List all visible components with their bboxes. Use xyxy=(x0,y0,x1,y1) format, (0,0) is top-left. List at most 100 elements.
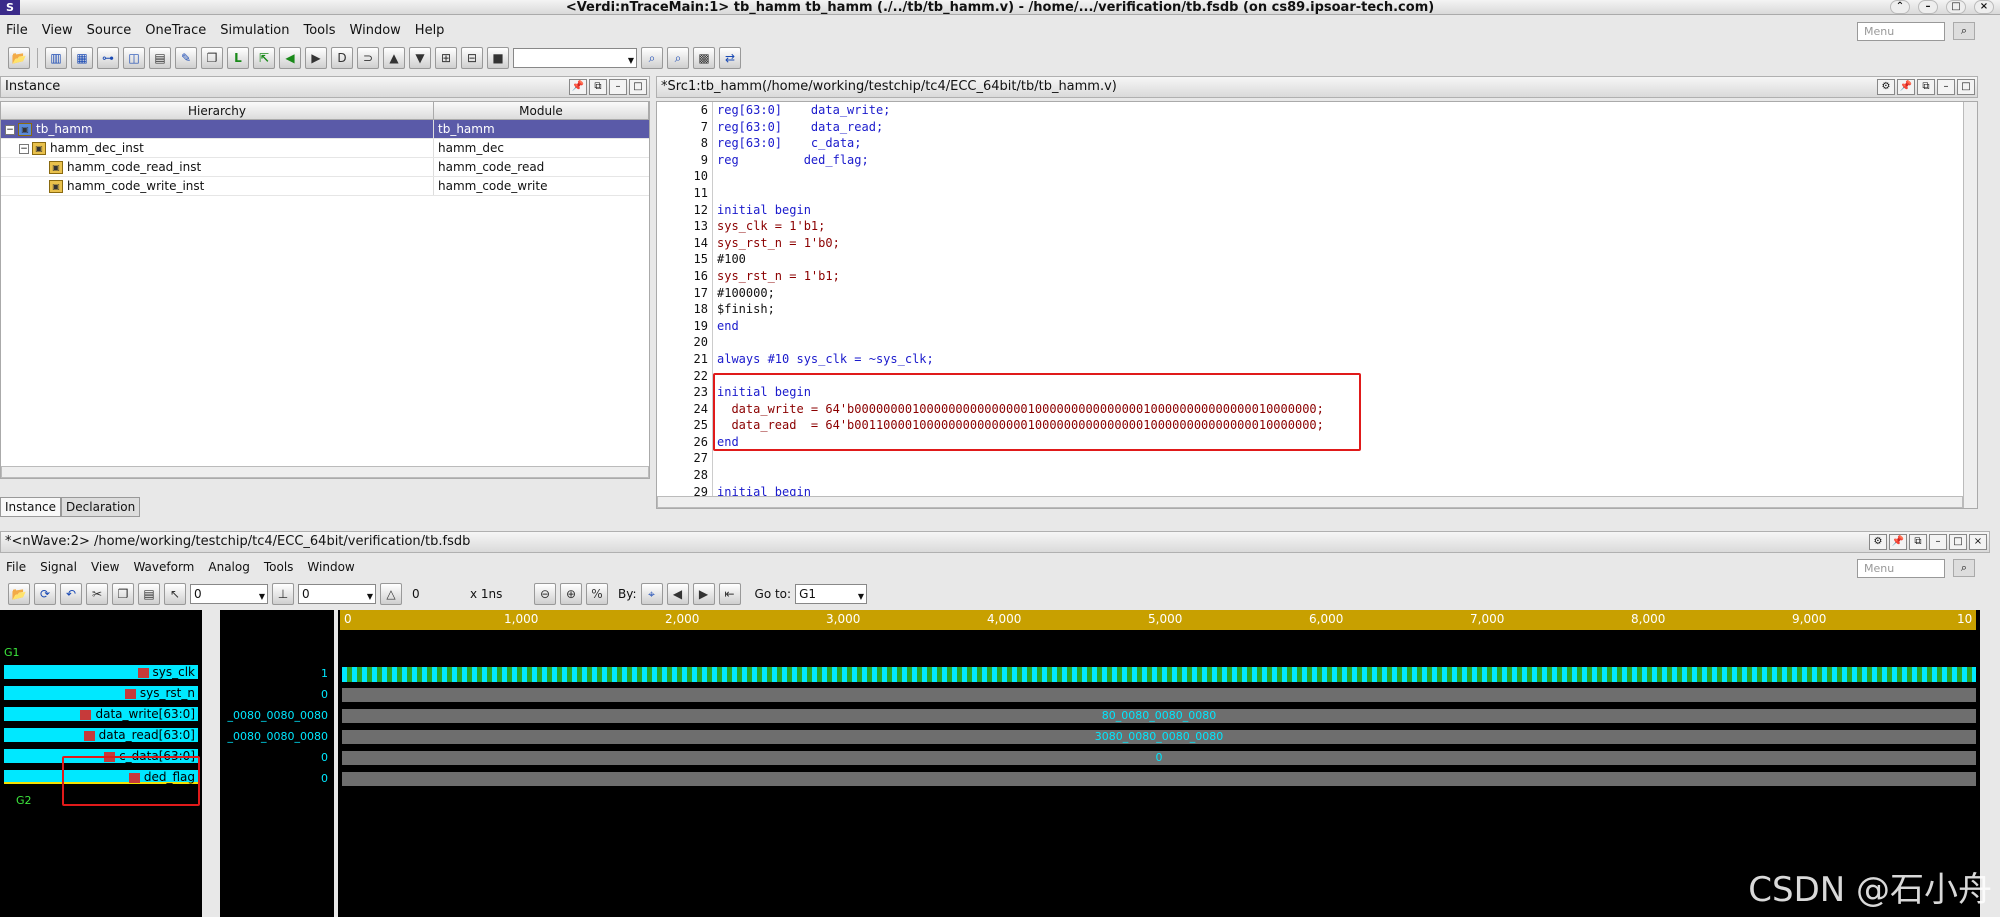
wave-menu-analog[interactable]: Analog xyxy=(208,560,249,574)
search-back-icon[interactable]: ⇤ xyxy=(718,583,741,605)
minimize-icon[interactable]: – xyxy=(1929,534,1947,550)
menu-tools[interactable]: Tools xyxy=(304,23,336,38)
menu-simulation[interactable]: Simulation xyxy=(220,23,289,38)
collapse-icon[interactable]: − xyxy=(19,143,29,154)
maximize-icon[interactable]: □ xyxy=(629,79,647,95)
menu-file[interactable]: File xyxy=(6,23,28,38)
search-icon[interactable]: ⌕ xyxy=(641,47,663,69)
wave-menu-search-input[interactable]: Menu xyxy=(1857,559,1945,578)
window-minimize-button[interactable]: – xyxy=(1918,0,1938,14)
paste-icon[interactable]: ▤ xyxy=(138,583,160,605)
wave-menu-search-icon[interactable]: ⌕ xyxy=(1953,559,1975,577)
source-horizontal-scrollbar[interactable] xyxy=(657,496,1963,508)
find-window-icon[interactable]: ◫ xyxy=(123,47,145,69)
open-folder-icon[interactable]: 📂 xyxy=(8,47,30,69)
pin-icon[interactable]: 📌 xyxy=(569,79,587,95)
window-up-icon[interactable]: ⌃ xyxy=(1890,0,1910,14)
tree-row[interactable]: ▣ hamm_code_read_inst hamm_code_read xyxy=(1,158,649,177)
signal-data-read[interactable]: data_read[63:0] xyxy=(4,728,198,742)
trace-load-icon[interactable]: L xyxy=(227,47,249,69)
wave-menu-tools[interactable]: Tools xyxy=(264,560,294,574)
design-browser-icon[interactable]: ▥ xyxy=(45,47,67,69)
time-ruler[interactable]: 0 1,000 2,000 3,000 4,000 5,000 6,000 7,… xyxy=(340,610,1976,630)
hierarchy-column-header[interactable]: Hierarchy xyxy=(1,102,434,119)
search-combo[interactable] xyxy=(513,48,637,70)
window-close-button[interactable]: × xyxy=(1974,0,1994,14)
search-next-icon[interactable]: ▶ xyxy=(692,583,715,605)
cursor-time-input[interactable]: 0 xyxy=(190,584,268,606)
pin-icon[interactable]: 📌 xyxy=(1897,79,1915,95)
tab-instance[interactable]: Instance xyxy=(0,497,62,517)
reload-icon[interactable]: ⟳ xyxy=(34,583,56,605)
window-maximize-button[interactable]: □ xyxy=(1946,0,1966,14)
hierarchy-tree-icon[interactable]: ⊶ xyxy=(97,47,119,69)
edit-icon[interactable]: ✎ xyxy=(175,47,197,69)
wave-menu-file[interactable]: File xyxy=(6,560,26,574)
tree-horizontal-scrollbar[interactable] xyxy=(1,466,649,478)
copy-icon[interactable]: ❐ xyxy=(112,583,134,605)
tree-row[interactable]: − ▣ hamm_dec_inst hamm_dec xyxy=(1,139,649,158)
cut-icon[interactable]: ✂ xyxy=(86,583,108,605)
tab-declaration[interactable]: Declaration xyxy=(61,497,141,517)
menu-onetrace[interactable]: OneTrace xyxy=(145,23,206,38)
marker-time-input[interactable]: 0 xyxy=(298,584,376,606)
undock-icon[interactable]: ⧉ xyxy=(1909,534,1927,550)
forward-arrow-icon[interactable]: ▶ xyxy=(305,47,327,69)
gear-icon[interactable]: ⚙ xyxy=(1869,534,1887,550)
load-icon[interactable]: ⊃ xyxy=(357,47,379,69)
zoom-out-icon[interactable]: ⊖ xyxy=(534,583,556,605)
down-icon[interactable]: ▼ xyxy=(409,47,431,69)
menu-source[interactable]: Source xyxy=(87,23,132,38)
undock-icon[interactable]: ⧉ xyxy=(589,79,607,95)
line-number: 10 xyxy=(693,169,708,184)
zoom-in-icon[interactable]: ⊕ xyxy=(560,583,582,605)
minimize-icon[interactable]: – xyxy=(1937,79,1955,95)
load-folder-icon[interactable]: ▤ xyxy=(149,47,171,69)
tree-row[interactable]: ▣ hamm_code_write_inst hamm_code_write xyxy=(1,177,649,196)
wave-menu-view[interactable]: View xyxy=(91,560,119,574)
menu-search-input[interactable]: Menu xyxy=(1857,22,1945,41)
search-by-icon[interactable]: ⌖ xyxy=(640,583,663,605)
search-prev-icon[interactable]: ◀ xyxy=(666,583,689,605)
menu-help[interactable]: Help xyxy=(415,23,445,38)
connect-icon[interactable]: ⊞ xyxy=(435,47,457,69)
signal-sys-rst-n[interactable]: sys_rst_n xyxy=(4,686,198,700)
pin-icon[interactable]: 📌 xyxy=(1889,534,1907,550)
delta-icon[interactable]: △ xyxy=(380,583,402,605)
collapse-icon[interactable]: − xyxy=(5,124,15,135)
marker-icon[interactable]: ⊥ xyxy=(272,583,294,605)
wave-menu-signal[interactable]: Signal xyxy=(40,560,77,574)
tree-row[interactable]: − ▣ tb_hamm tb_hamm xyxy=(1,120,649,139)
back-arrow-icon[interactable]: ◀ xyxy=(279,47,301,69)
bookmark-icon[interactable]: ■ xyxy=(487,47,509,69)
wave-menu-waveform[interactable]: Waveform xyxy=(133,560,194,574)
undock-icon[interactable]: ⧉ xyxy=(1917,79,1935,95)
gear-icon[interactable]: ⚙ xyxy=(1877,79,1895,95)
wave-menu-window[interactable]: Window xyxy=(307,560,354,574)
maximize-icon[interactable]: □ xyxy=(1949,534,1967,550)
up-icon[interactable]: ▲ xyxy=(383,47,405,69)
signal-sys-clk[interactable]: sys_clk xyxy=(4,665,198,679)
menu-window[interactable]: Window xyxy=(350,23,401,38)
close-icon[interactable]: × xyxy=(1969,534,1987,550)
disconnect-icon[interactable]: ⊟ xyxy=(461,47,483,69)
menu-search-icon[interactable]: ⌕ xyxy=(1953,22,1975,40)
schematic-icon[interactable]: ▦ xyxy=(71,47,93,69)
undo-icon[interactable]: ↶ xyxy=(60,583,82,605)
maximize-icon[interactable]: □ xyxy=(1957,79,1975,95)
minimize-icon[interactable]: – xyxy=(609,79,627,95)
source-vertical-scrollbar[interactable] xyxy=(1963,102,1977,508)
signal-data-write[interactable]: data_write[63:0] xyxy=(4,707,198,721)
trace-driver-icon[interactable]: ⇱ xyxy=(253,47,275,69)
sync-icon[interactable]: ⇄ xyxy=(719,47,741,69)
zoom-fit-icon[interactable]: % xyxy=(586,583,608,605)
signal-color-icon[interactable]: ▩ xyxy=(693,47,715,69)
menu-view[interactable]: View xyxy=(42,23,73,38)
search-next-icon[interactable]: ⌕ xyxy=(667,47,689,69)
copy-icon[interactable]: ❐ xyxy=(201,47,223,69)
cursor-icon[interactable]: ↖ xyxy=(164,583,186,605)
module-column-header[interactable]: Module xyxy=(434,102,649,119)
open-folder-icon[interactable]: 📂 xyxy=(8,583,30,605)
driver-icon[interactable]: D xyxy=(331,47,353,69)
goto-select[interactable]: G1 xyxy=(795,584,868,606)
